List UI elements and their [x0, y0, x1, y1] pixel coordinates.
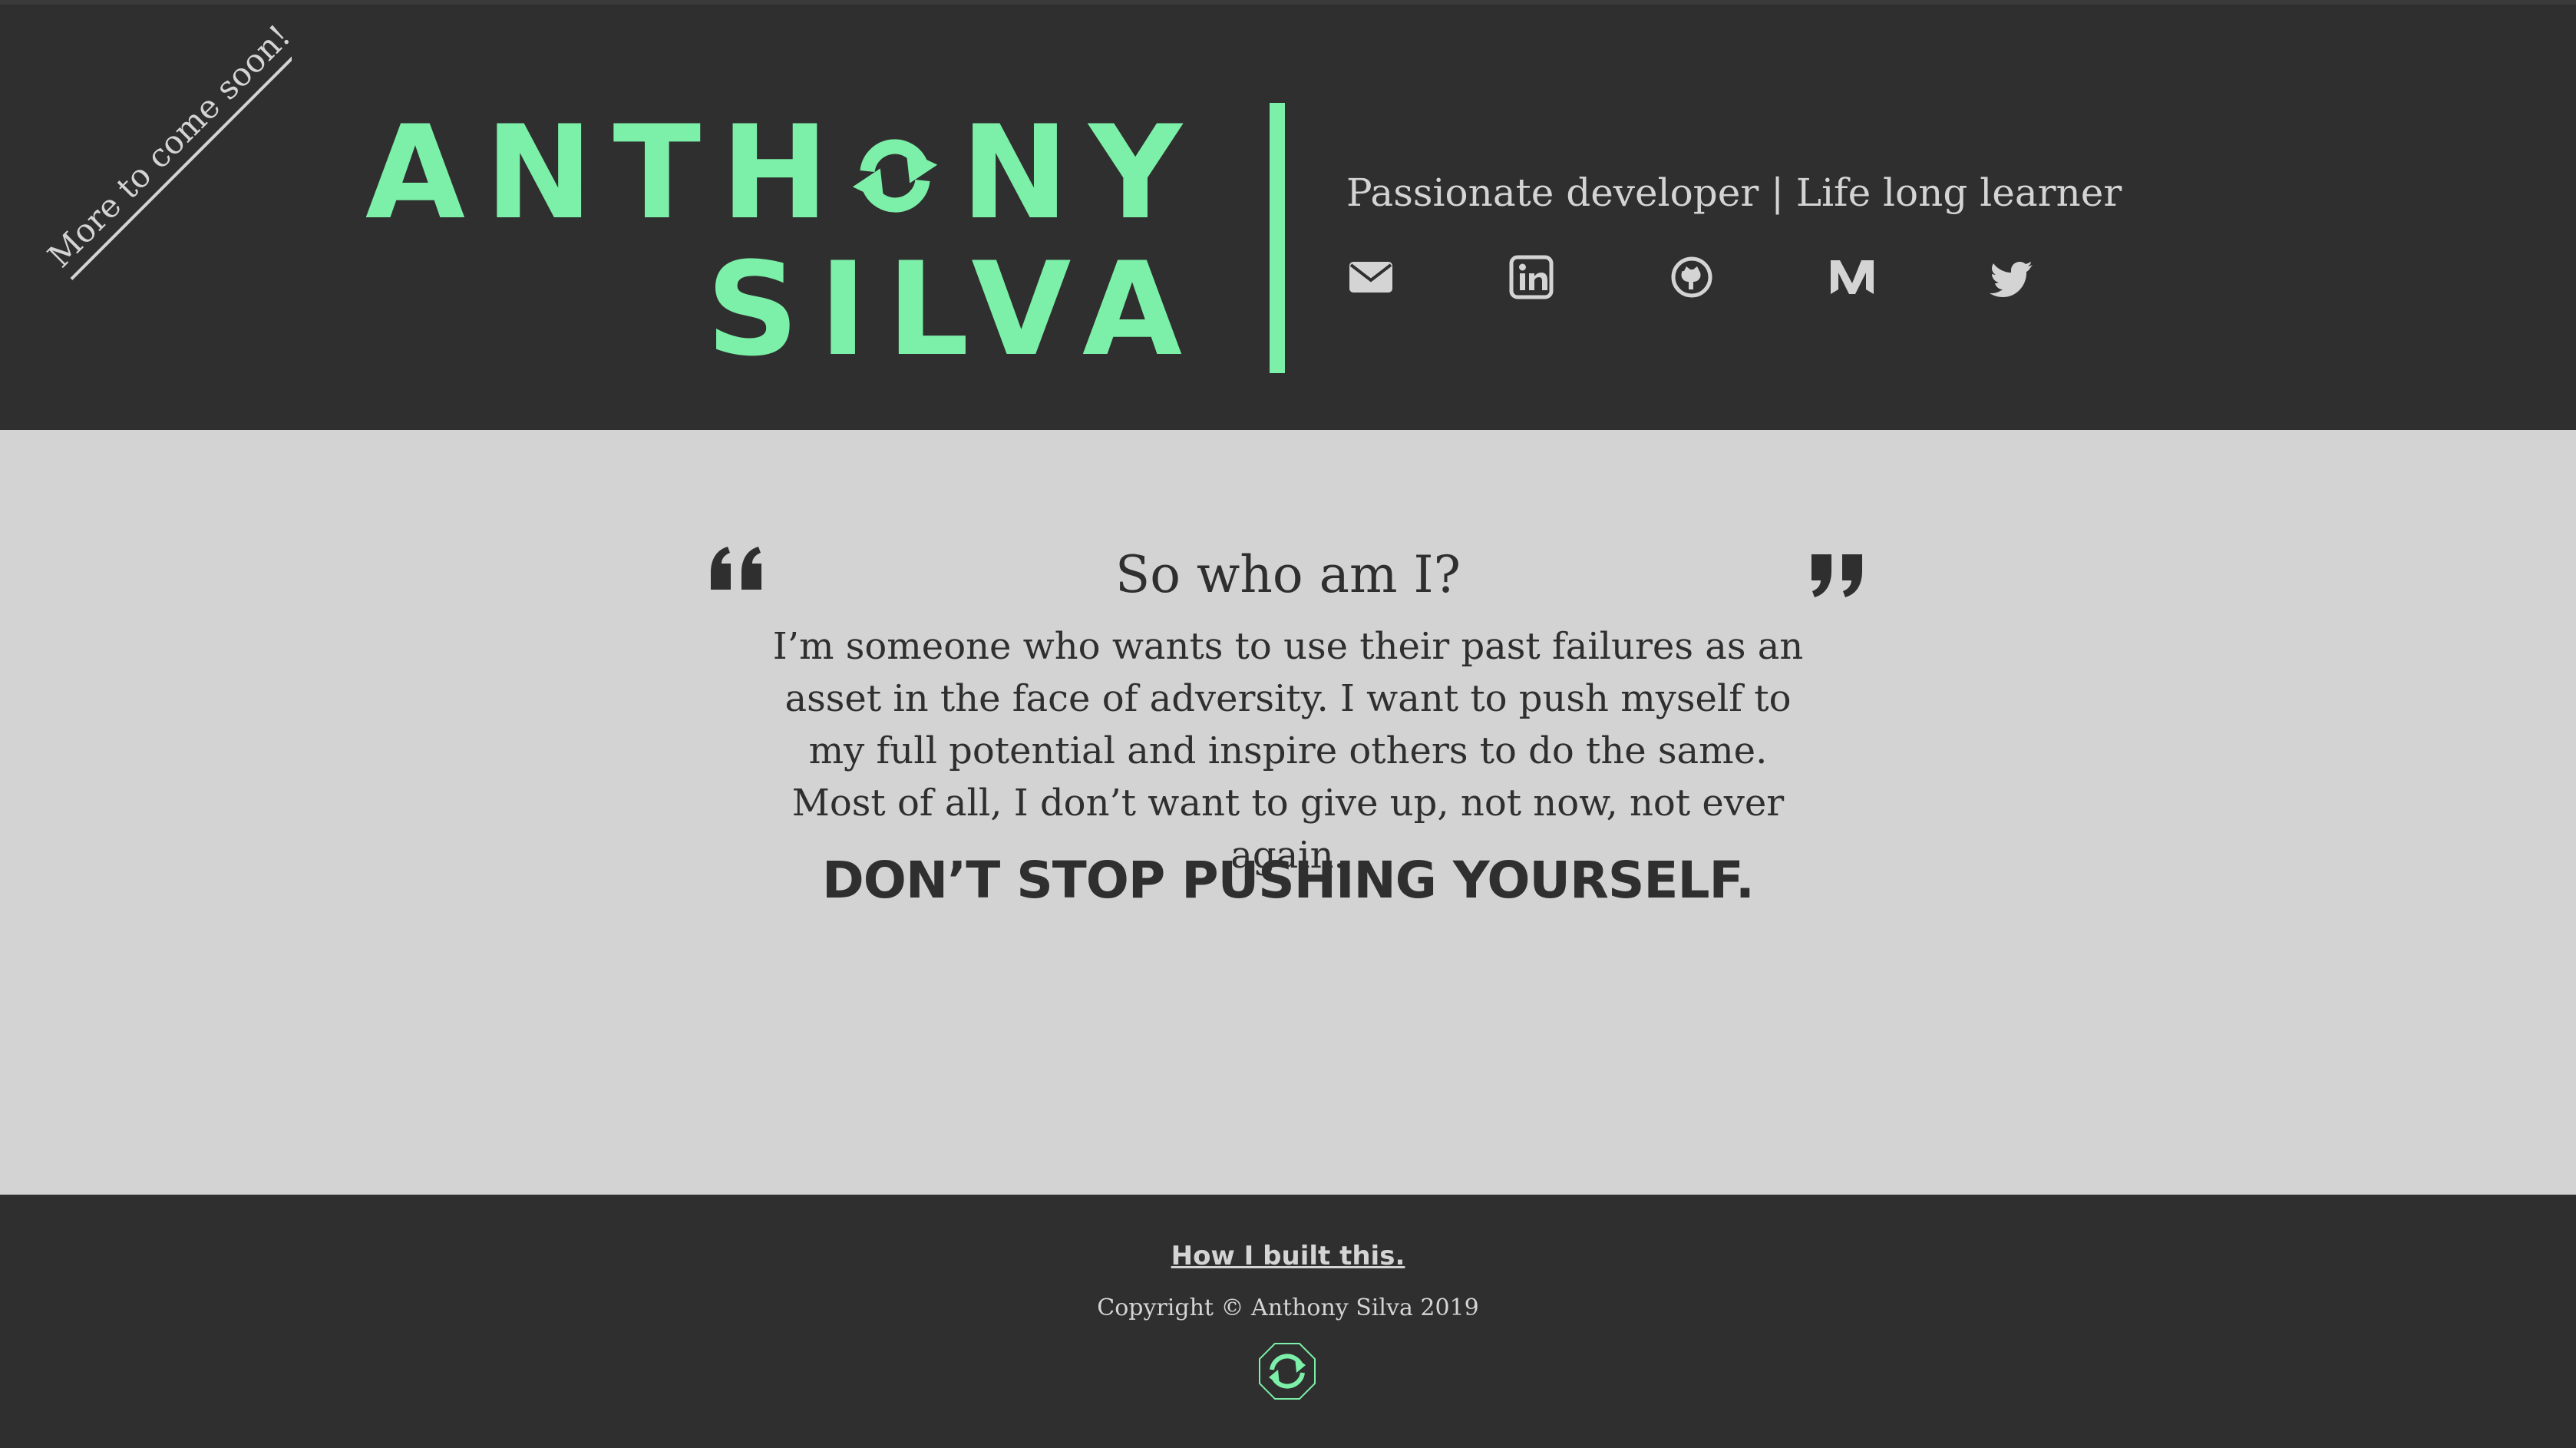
logo-name-part-1: ANTH — [365, 98, 849, 248]
github-icon — [1671, 256, 1712, 298]
site-header: More to come soon! ANTH NY SILVA Passion… — [0, 0, 2576, 430]
envelope-icon — [1349, 262, 1392, 293]
site-logo: ANTH NY SILVA — [365, 104, 1202, 378]
linkedin-icon — [1509, 255, 1554, 299]
site-footer: How I built this. Copyright © Anthony Si… — [0, 1195, 2576, 1448]
social-links — [1346, 250, 2037, 304]
about-section: So who am I? I’m someone who wants to us… — [0, 430, 2576, 1195]
copyright: Copyright © Anthony Silva 2019 — [1097, 1294, 1479, 1321]
github-link[interactable] — [1667, 253, 1716, 302]
twitter-link[interactable] — [1988, 253, 2037, 302]
more-to-come-banner[interactable]: More to come soon! — [40, 18, 292, 280]
medium-link[interactable] — [1828, 253, 1877, 302]
banner-container: More to come soon! — [0, 5, 292, 296]
email-link[interactable] — [1346, 253, 1395, 302]
header-divider — [1270, 103, 1285, 373]
about-body: I’m someone who wants to use their past … — [772, 625, 1804, 877]
tagline: Passionate developer | Life long learner — [1346, 170, 2122, 215]
motto: DON’T STOP PUSHING YOURSELF. — [822, 851, 1755, 910]
about-heading: So who am I? — [1115, 545, 1461, 604]
logo-line-2: SILVA — [705, 234, 1202, 385]
open-quote-icon — [711, 547, 761, 590]
logo-name-part-2: NY — [960, 98, 1202, 248]
how-i-built-this-link[interactable]: How I built this. — [0, 1241, 2576, 1271]
logo-line-1: ANTH NY — [365, 104, 1202, 241]
twitter-icon — [1990, 262, 2033, 297]
linkedin-link[interactable] — [1507, 253, 1556, 302]
logo-badge-icon[interactable] — [1257, 1341, 1318, 1402]
close-quote-icon — [1811, 554, 1862, 597]
medium-icon — [1831, 260, 1874, 294]
refresh-arrows-icon — [852, 139, 937, 213]
